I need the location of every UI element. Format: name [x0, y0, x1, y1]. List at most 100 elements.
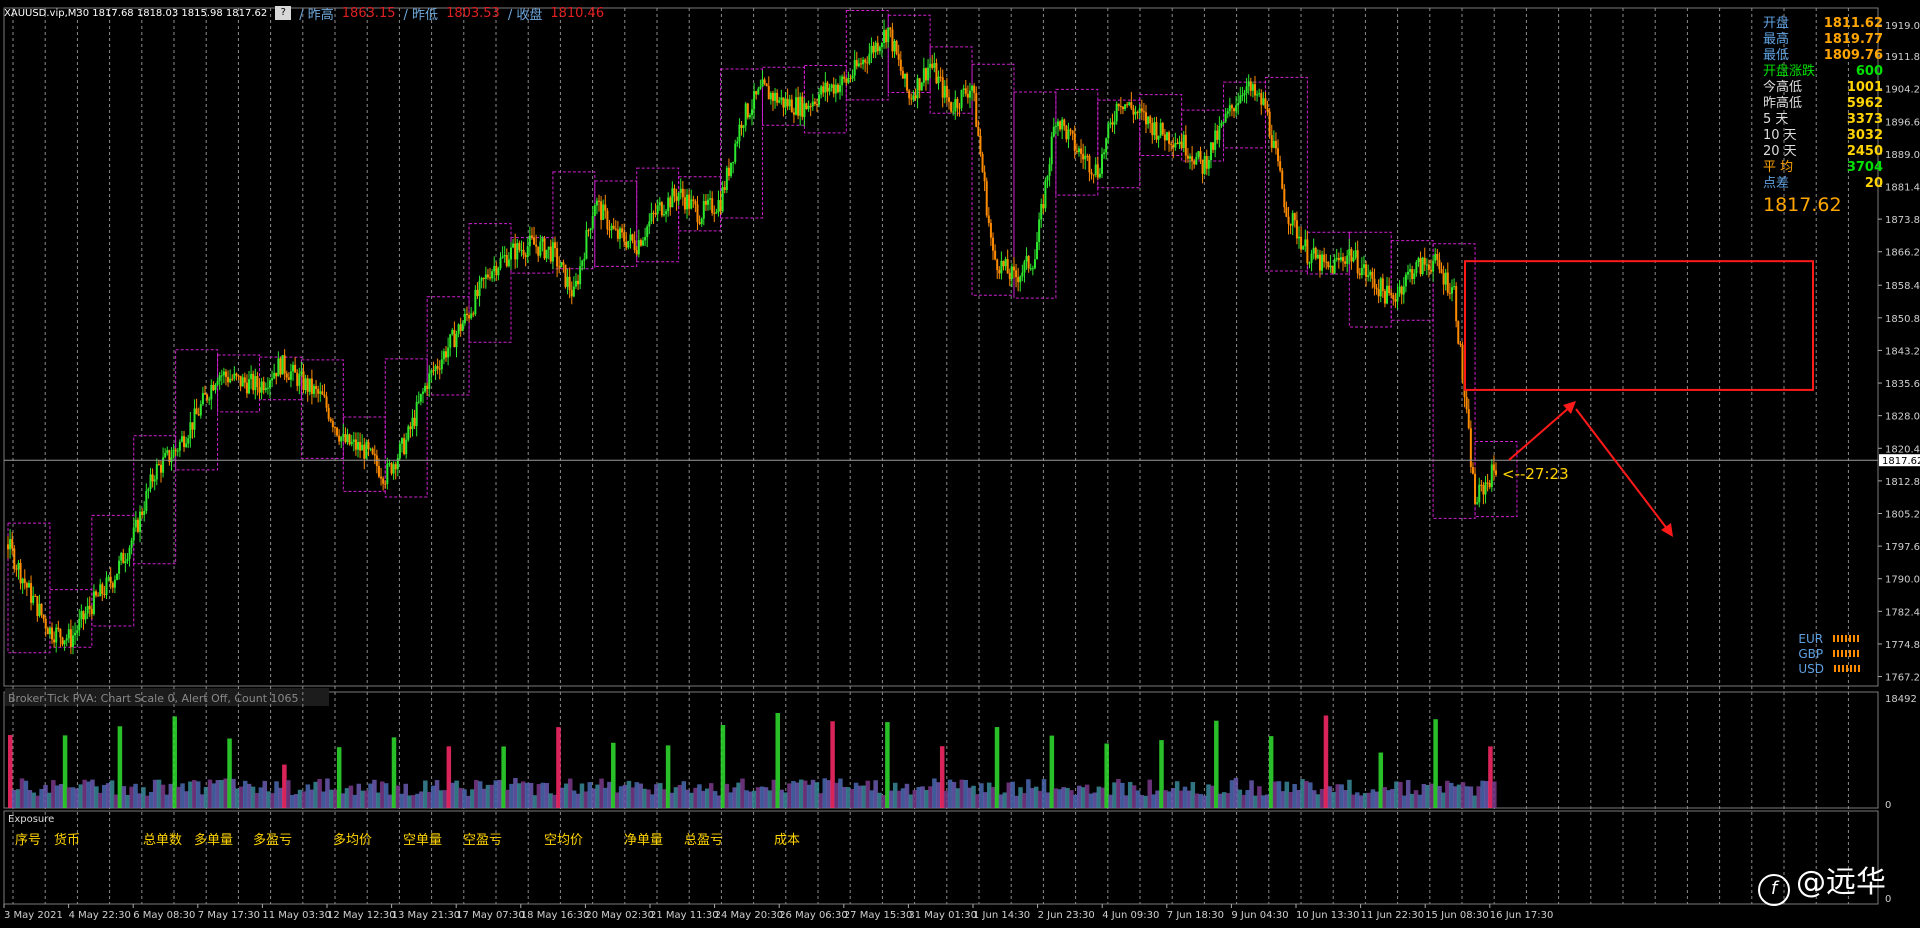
volume-bar	[795, 782, 800, 808]
candle-body	[88, 605, 91, 610]
candle-body	[499, 257, 502, 269]
candle-body	[587, 230, 590, 232]
stat-row: 5 天 3373	[1763, 112, 1883, 128]
time-tick-label: 15 Jun 08:30	[1425, 910, 1489, 921]
candle-body	[528, 235, 531, 247]
volume-bar	[1143, 795, 1149, 808]
candle-body	[1059, 121, 1062, 130]
volume-bar	[11, 789, 17, 808]
candle-body	[759, 86, 762, 89]
candle-body	[1373, 278, 1376, 288]
candle-body	[788, 99, 791, 107]
candle-body	[983, 172, 986, 182]
session-boxes	[7, 10, 1518, 654]
volume-bar	[1390, 789, 1395, 808]
candle-body	[677, 192, 680, 201]
candle-body	[61, 637, 64, 645]
candle-body	[204, 393, 207, 395]
candle-body	[1279, 161, 1282, 171]
candle-body	[245, 382, 248, 394]
candle-body	[27, 583, 30, 588]
volume-bar	[1315, 794, 1321, 808]
volume-bar	[1225, 793, 1231, 808]
candle-body	[958, 107, 961, 109]
candle-body	[44, 618, 47, 629]
candle-body	[440, 359, 443, 370]
volume-bar	[611, 742, 616, 808]
candle-body	[1180, 141, 1183, 149]
volume-bar	[391, 737, 397, 808]
volume-bar	[1022, 793, 1027, 808]
candle-body	[17, 562, 20, 570]
volume-bar	[1300, 779, 1305, 808]
session-box	[468, 223, 512, 343]
candle-body	[1017, 277, 1020, 283]
candle-body	[1318, 254, 1321, 271]
volume-bar	[845, 787, 851, 808]
time-tick-label: 24 May 20:30	[715, 910, 784, 921]
candle-body	[1419, 258, 1422, 275]
volume-bar	[1492, 781, 1497, 808]
candle-body	[90, 609, 93, 615]
candle-body	[287, 377, 290, 380]
exposure-column-header: 多盈亏	[253, 833, 293, 848]
candle-body	[1394, 299, 1397, 302]
price-tick-label: 1835.60	[1885, 379, 1920, 390]
candle-body	[1197, 151, 1200, 157]
candle-body	[1142, 111, 1145, 113]
candle-body	[1377, 289, 1380, 297]
currency-row: GBP	[1798, 646, 1860, 661]
candle-body	[484, 274, 487, 279]
volume-bar	[1217, 793, 1223, 808]
exposure-column-header: 货币	[54, 833, 81, 848]
volume-bar	[650, 794, 655, 808]
currency-code: USD	[1798, 661, 1824, 676]
volume-bar	[1433, 719, 1438, 808]
candle-body	[1184, 134, 1187, 156]
candle-body	[445, 351, 448, 358]
candle-body	[813, 101, 816, 105]
strength-bars-icon	[1834, 665, 1860, 672]
volume-bar	[842, 786, 847, 808]
volume-bar	[1323, 715, 1329, 808]
stat-value: 3373	[1846, 112, 1883, 127]
candle-body	[398, 443, 401, 459]
candle-body	[109, 576, 112, 584]
candle-body	[1132, 108, 1135, 115]
candle-body	[1268, 111, 1271, 136]
time-axis: 3 May 2021 4 May 22:30 6 May 08:30 7 May 17…	[3, 904, 1553, 921]
candle-body	[84, 613, 87, 620]
candle-body	[233, 373, 236, 379]
candle-body	[1100, 154, 1103, 174]
volume-bar	[1135, 790, 1141, 808]
candle-body	[652, 212, 655, 214]
volume-bar	[207, 779, 213, 808]
volume-bar	[759, 786, 765, 808]
currency-code: EUR	[1798, 631, 1824, 646]
candle-body	[273, 372, 276, 379]
volume-bar	[599, 778, 604, 808]
volume-bar	[1049, 735, 1055, 808]
volume-bar	[853, 782, 859, 808]
candle-body	[1073, 133, 1076, 151]
candle-body	[1321, 254, 1324, 271]
volume-bar	[591, 788, 596, 808]
candle-body	[111, 583, 114, 588]
volume-bar	[755, 787, 761, 808]
candle-body	[853, 60, 856, 76]
candle-body	[845, 78, 848, 83]
volume-bar	[1010, 781, 1015, 808]
stat-label: 20 天	[1763, 144, 1797, 159]
chart-canvas[interactable]: 1919.04 1911.80 1904.20 1896.60 1889.00 1881.…	[0, 0, 1920, 928]
help-button[interactable]: ?	[275, 6, 292, 20]
exposure-column-header: 空盈亏	[463, 833, 503, 848]
candle-body	[277, 358, 280, 377]
candle-body	[1021, 272, 1024, 277]
candle-body	[539, 241, 542, 256]
volume-bar	[450, 782, 455, 808]
volume-bar	[98, 792, 103, 808]
candle-body	[1155, 122, 1158, 140]
candle-body	[266, 387, 269, 389]
volume-bar	[415, 793, 420, 808]
volume-bar	[164, 794, 170, 808]
